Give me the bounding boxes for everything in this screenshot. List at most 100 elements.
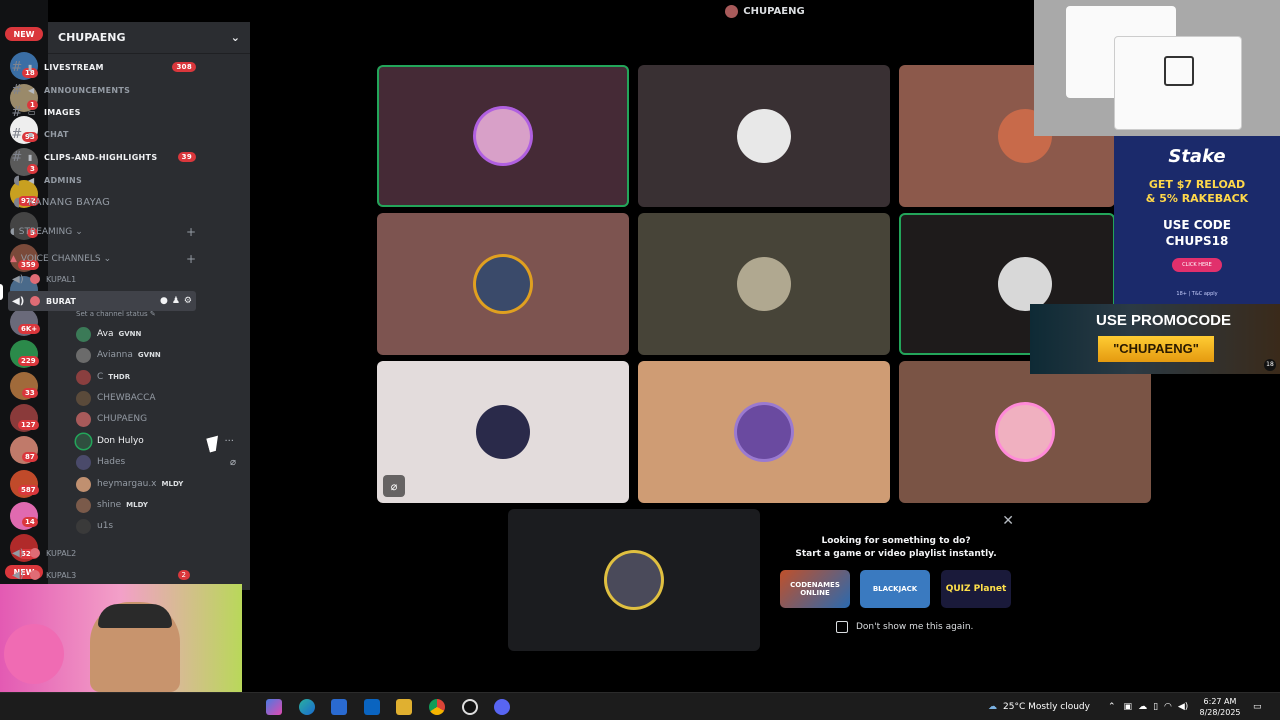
voice-user[interactable]: Avianna GVNN [76,345,246,365]
checkbox-box[interactable] [836,621,848,633]
channel-admins[interactable]: ◖ ◀ ADMINS [10,170,196,190]
notifications-icon[interactable]: ▭ [1253,693,1262,720]
channel-label: ADMINS [44,175,83,185]
voice-channel-label: BURAT [46,296,76,306]
stake-logo: Stake [1168,146,1226,167]
voice-channel-label: KUPAL1 [46,274,77,284]
voice-channel-kupal1[interactable]: ◀) KUPAL1 [8,269,196,289]
unread-count-badge: 2 [177,570,190,580]
chevron-up-icon[interactable]: ⌃ [1108,702,1116,712]
hash-icon: # [11,59,23,75]
copilot-icon[interactable] [266,699,282,715]
participant-tile[interactable] [638,213,890,355]
hash-icon: # [11,104,23,120]
channel-images[interactable]: # ▭ IMAGES [10,102,196,122]
chat-bubble-icon: ▪ [28,129,34,139]
hash-icon: # [11,82,23,98]
age-badge: 18 [1264,359,1276,371]
avatar [76,347,91,363]
voice-channel-kupal3[interactable]: ◀) KUPAL3 2 [8,565,196,585]
voice-user[interactable]: CHUPAENG [76,409,246,429]
voice-user[interactable]: CHEWBACCA [76,388,246,408]
participant-tile[interactable] [377,65,629,207]
participant-avatar [476,109,530,163]
participant-tile[interactable] [377,213,629,355]
new-badge[interactable]: NEW [5,27,43,41]
more-options-icon[interactable]: ··· [224,436,234,447]
close-icon[interactable]: ✕ [1002,513,1014,529]
channel-status[interactable]: Set a channel status ✎ [76,310,156,318]
guild-tag: MLDY [161,480,184,488]
channel-label: CHAT [44,129,69,139]
speaker-icon: ◀) [12,295,25,307]
battery-icon[interactable]: ▯ [1153,702,1158,712]
participant-tile[interactable] [638,65,890,207]
add-channel-icon[interactable]: + [186,225,196,239]
weather-widget[interactable]: ☁ 25°C Mostly cloudy [988,693,1090,720]
activity-blackjack[interactable]: BLACKJACK [860,570,930,608]
participant-tile[interactable] [508,509,760,651]
stage-channel-kanang-bayag[interactable]: ◖ KANANG BAYAG [10,192,196,212]
avatar [76,433,91,449]
system-tray[interactable]: ⌃ ▣ ☁ ▯ ◠ ◀) [1108,693,1188,720]
mic-muted-icon: ⌀ [229,456,236,468]
voice-user[interactable]: heymargau.x MLDY [76,474,246,494]
activity-quiz-planet[interactable]: QUIZ Planet [941,570,1011,608]
user-name: shine [97,500,122,510]
voice-channel-kupal2[interactable]: ◀) KUPAL2 [8,543,196,563]
add-channel-icon[interactable]: + [186,252,196,266]
voice-user[interactable]: shine MLDY [76,495,246,515]
user-name: Ava [97,329,114,339]
voice-channel-label: KUPAL2 [46,548,77,558]
voice-user[interactable]: Hades ⌀ [76,452,246,472]
mention-badge: 127 [18,420,39,430]
wifi-icon[interactable]: ◠ [1164,702,1172,712]
guild-tag: GVNN [137,351,161,359]
file-explorer-icon[interactable] [396,699,412,715]
pig-emoji-icon [30,296,40,306]
channel-chat[interactable]: # ▪ CHAT [10,124,196,144]
store-icon[interactable] [331,699,347,715]
taskbar-clock[interactable]: 6:27 AM 8/28/2025 [1192,696,1248,718]
window-title: CHUPAENG [743,5,805,17]
obs-icon[interactable] [462,699,478,715]
chat-icon[interactable]: ● [160,296,168,306]
channel-announcements[interactable]: # ◀ ANNOUNCEMENTS [10,80,196,100]
add-member-icon[interactable]: ♟ [172,296,180,306]
channel-clips-and-highlights[interactable]: # ▮ CLIPS-AND-HIGHLIGHTS 39 [10,147,196,167]
participant-tile[interactable] [638,361,890,503]
gear-icon[interactable]: ⚙ [184,296,192,306]
voice-channel-burat[interactable]: ◀) BURAT ● ♟ ⚙ [8,291,196,311]
volume-icon[interactable]: ◀) [1178,702,1188,712]
category-voice-channels[interactable]: ▲ VOICE CHANNELS ⌄ + [10,250,196,268]
dont-show-again-checkbox[interactable]: Don't show me this again. [836,621,973,633]
stake-fine-print: 18+ | T&C apply [1176,291,1218,297]
selected-server-pill [0,284,3,300]
channel-livestream[interactable]: # ▮ LIVESTREAM 308 [10,57,196,77]
chevron-down-icon: ⌄ [103,254,112,264]
merch-ad-overlay [1034,0,1280,136]
pig-emoji-icon [30,548,40,558]
participant-tile[interactable]: ⌀ [377,361,629,503]
channel-label: ANNOUNCEMENTS [44,85,131,95]
voice-user[interactable]: C THDR [76,367,246,387]
voice-user[interactable]: Ava GVNN [76,324,246,344]
server-header[interactable]: CHUPAENG ⌄ [48,22,250,54]
category-label: VOICE CHANNELS [20,254,101,264]
onedrive-icon[interactable]: ☁ [1138,702,1147,712]
tray-app-icon[interactable]: ▣ [1124,702,1133,712]
edge-icon[interactable] [299,699,315,715]
guild-tag: THDR [108,373,131,381]
category-streaming[interactable]: ◖ STREAMING ⌄ + [10,223,196,241]
avatar [76,476,91,492]
participant-avatar [998,257,1052,311]
webcam-overlay [0,584,242,692]
activity-prompt: ✕ Looking for something to do? Start a g… [770,508,1022,650]
participant-tile[interactable] [899,361,1151,503]
chrome-icon[interactable] [429,699,445,715]
discord-icon[interactable] [494,699,510,715]
mention-badge: 33 [22,388,38,398]
activity-codenames[interactable]: CODENAMES ONLINE [780,570,850,608]
outlook-icon[interactable] [364,699,380,715]
voice-user[interactable]: u1s [76,516,246,536]
